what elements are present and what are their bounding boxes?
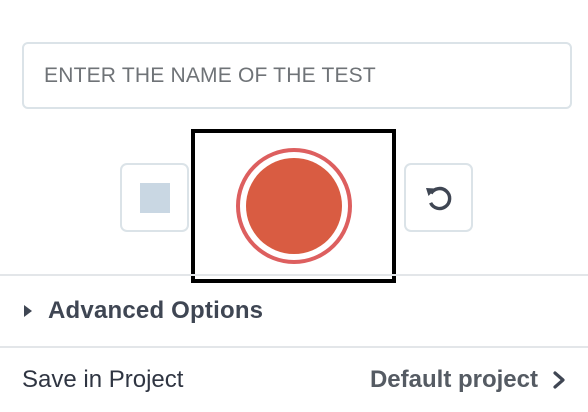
stop-square-icon xyxy=(139,182,170,213)
record-button-highlight xyxy=(191,129,396,283)
project-selector[interactable]: Default project xyxy=(370,366,566,394)
reset-button[interactable] xyxy=(404,163,473,232)
recording-controls xyxy=(0,128,588,284)
recorder-panel: Advanced Options Save in Project Default… xyxy=(0,0,588,412)
record-circle-icon xyxy=(245,158,342,254)
record-button[interactable] xyxy=(235,148,352,264)
save-in-project-row: Save in Project Default project xyxy=(0,348,588,412)
advanced-options-label: Advanced Options xyxy=(48,297,264,324)
save-in-project-label: Save in Project xyxy=(22,366,184,393)
stop-button[interactable] xyxy=(120,163,189,232)
caret-right-icon xyxy=(24,305,32,317)
advanced-options-toggle[interactable]: Advanced Options xyxy=(0,276,588,346)
test-name-input[interactable] xyxy=(22,42,572,109)
rotate-ccw-icon xyxy=(425,186,451,210)
project-value: Default project xyxy=(369,366,538,393)
chevron-right-icon xyxy=(553,371,565,389)
